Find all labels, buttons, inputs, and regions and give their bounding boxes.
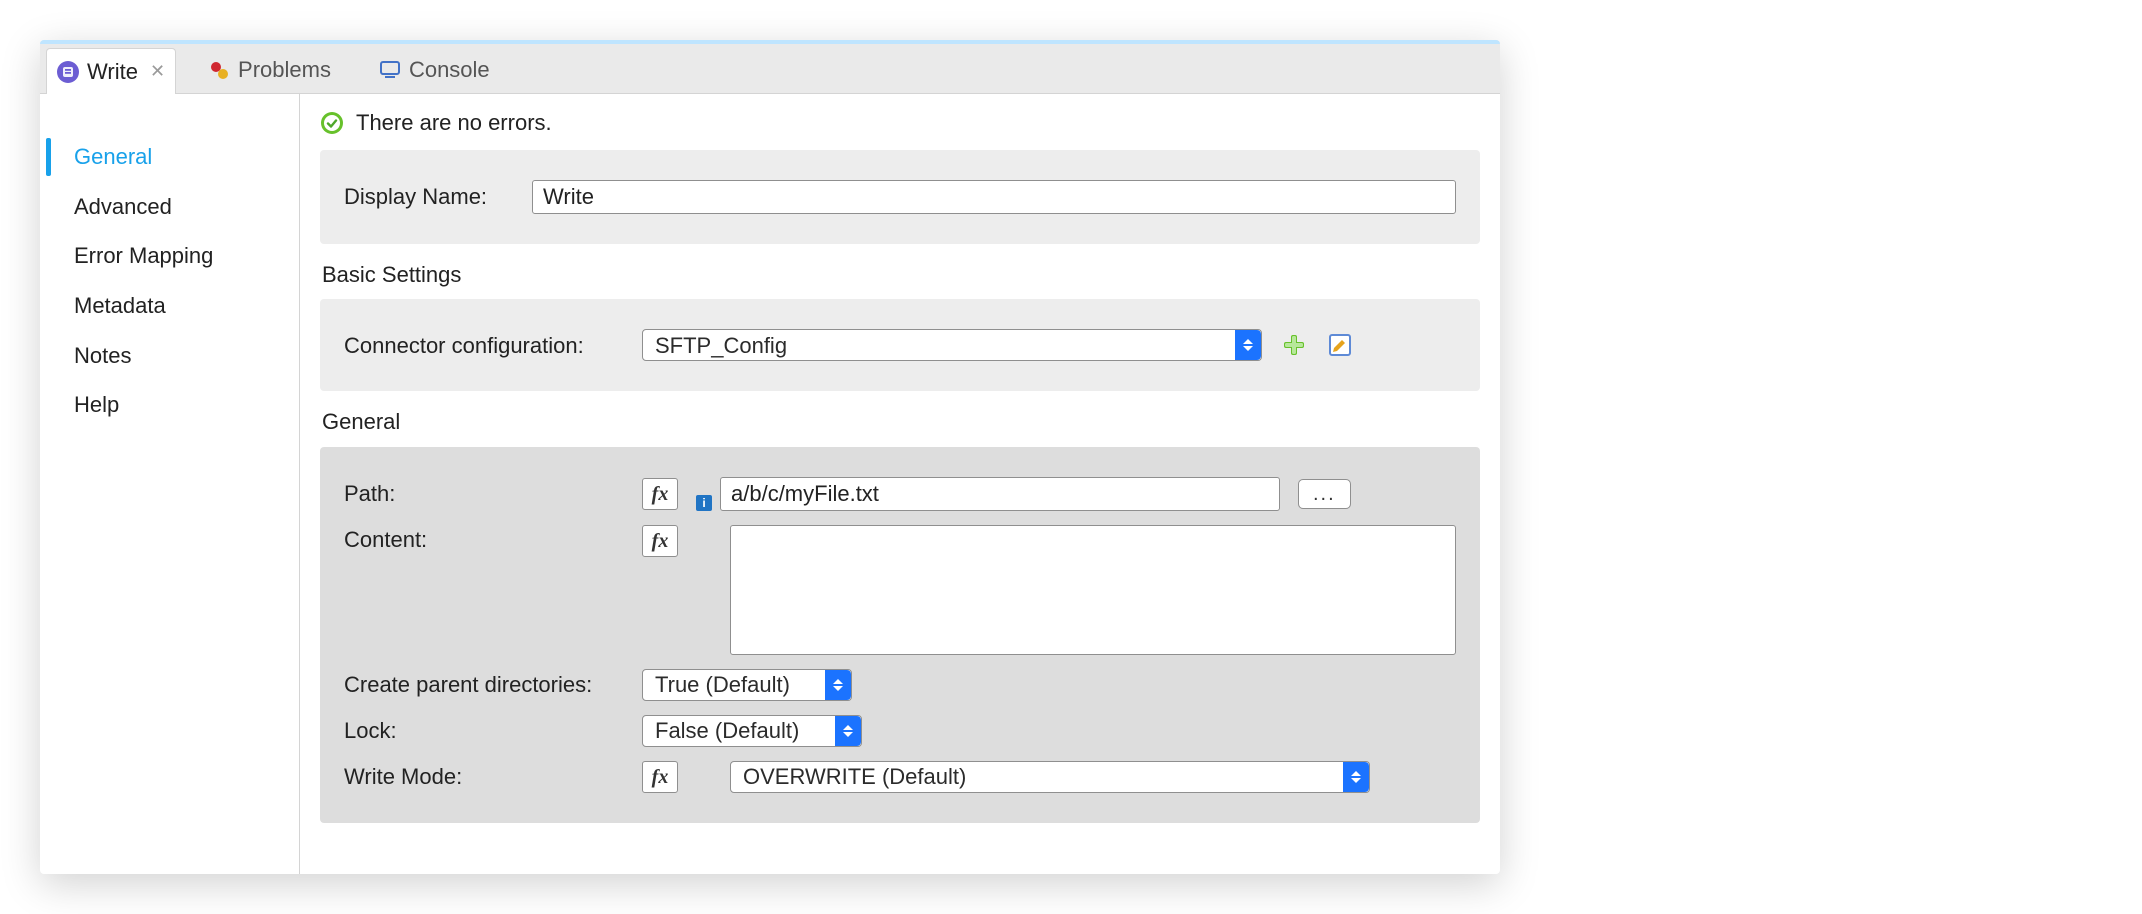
edit-config-button[interactable] [1326,331,1354,359]
create-parent-label: Create parent directories: [344,670,624,700]
write-mode-label: Write Mode: [344,762,624,792]
sidebar: General Advanced Error Mapping Metadata … [40,94,300,874]
general-header: General [320,401,1480,437]
editor-panel: Write ✕ Problems Console [40,40,1500,874]
fx-label: fx [652,530,669,553]
sidebar-item-label: Metadata [74,293,166,318]
sidebar-item-label: Help [74,392,119,417]
tab-console[interactable]: Console [369,47,506,93]
display-name-input[interactable] [532,180,1456,214]
sidebar-item-label: Error Mapping [74,243,213,268]
editor-body: General Advanced Error Mapping Metadata … [40,94,1500,874]
path-label: Path: [344,479,624,509]
sidebar-item-label: Notes [74,343,131,368]
close-icon[interactable]: ✕ [150,59,165,83]
basic-settings-panel: Connector configuration: SFTP_Config [320,299,1480,391]
tab-strip: Write ✕ Problems Console [40,40,1500,94]
write-mode-select[interactable]: OVERWRITE (Default) [730,761,1370,793]
content-label: Content: [344,525,624,555]
browse-button[interactable]: ... [1298,479,1351,509]
fx-button[interactable]: fx [642,525,678,557]
chevron-updown-icon [1235,330,1261,360]
ok-icon [320,111,344,135]
tab-write[interactable]: Write ✕ [46,48,176,94]
sidebar-item-advanced[interactable]: Advanced [40,182,299,232]
sidebar-item-error-mapping[interactable]: Error Mapping [40,231,299,281]
sidebar-item-metadata[interactable]: Metadata [40,281,299,331]
content-textarea[interactable] [730,525,1456,655]
sidebar-item-notes[interactable]: Notes [40,331,299,381]
content-area: There are no errors. Display Name: Basic… [300,94,1500,874]
sidebar-item-help[interactable]: Help [40,380,299,430]
fx-button[interactable]: fx [642,478,678,510]
add-config-button[interactable] [1280,331,1308,359]
select-value: True (Default) [655,670,790,700]
write-icon [57,61,79,83]
sidebar-item-label: General [74,144,152,169]
display-name-panel: Display Name: [320,150,1480,244]
sidebar-item-general[interactable]: General [40,132,299,182]
select-value: OVERWRITE (Default) [743,762,966,792]
browse-label: ... [1313,481,1336,508]
console-icon [379,59,401,81]
connector-label: Connector configuration: [344,331,624,361]
chevron-updown-icon [825,670,851,700]
select-value: False (Default) [655,716,799,746]
sidebar-item-label: Advanced [74,194,172,219]
chevron-updown-icon [1343,762,1369,792]
tab-problems[interactable]: Problems [198,47,347,93]
tab-label: Write [87,57,138,87]
fx-label: fx [652,766,669,789]
tab-label: Problems [238,55,331,85]
status-text: There are no errors. [356,108,552,138]
lock-label: Lock: [344,716,624,746]
chevron-updown-icon [835,716,861,746]
basic-settings-header: Basic Settings [320,254,1480,290]
tab-label: Console [409,55,490,85]
fx-label: fx [652,483,669,506]
section-title: General [322,407,1478,437]
section-title: Basic Settings [322,260,1478,290]
status-row: There are no errors. [320,108,1480,138]
create-parent-select[interactable]: True (Default) [642,669,852,701]
select-value: SFTP_Config [655,331,787,361]
general-settings-panel: Path: fx i ... Content: fx Create parent… [320,447,1480,823]
info-icon: i [696,495,712,511]
connector-select[interactable]: SFTP_Config [642,329,1262,361]
display-name-label: Display Name: [344,182,514,212]
lock-select[interactable]: False (Default) [642,715,862,747]
problems-icon [208,59,230,81]
path-input[interactable] [720,477,1280,511]
fx-button[interactable]: fx [642,761,678,793]
